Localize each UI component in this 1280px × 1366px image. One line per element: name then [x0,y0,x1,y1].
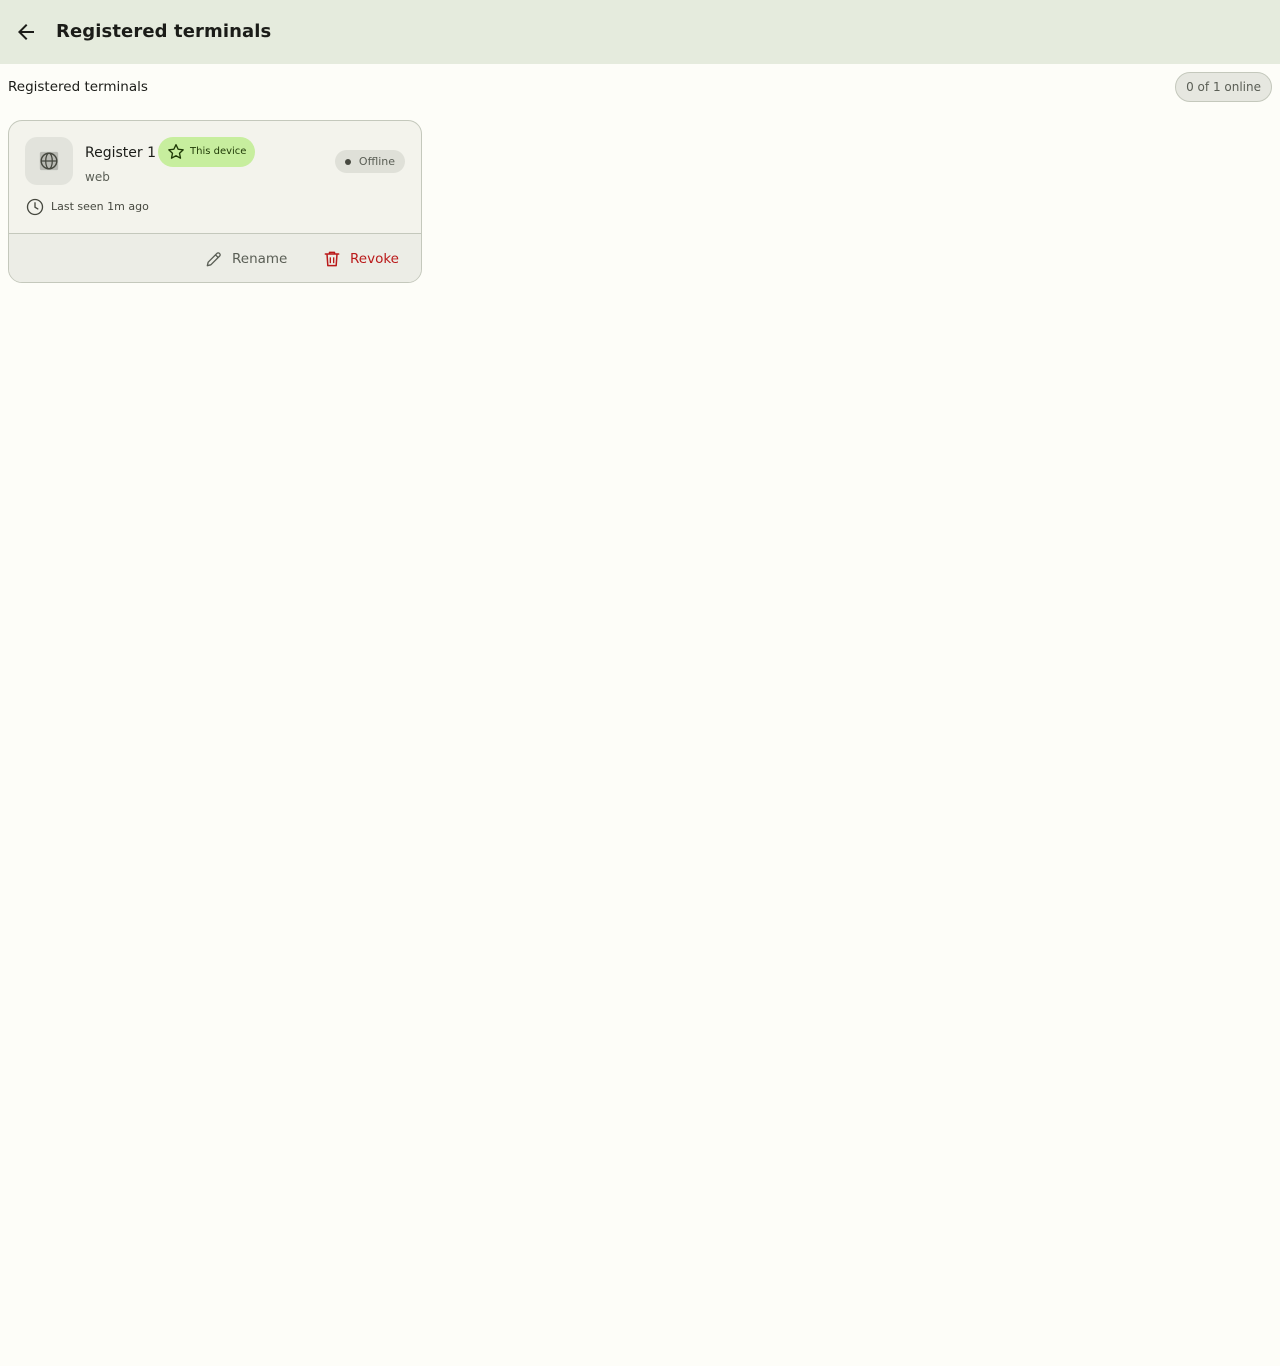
revoke-label: Revoke [350,251,399,267]
terminal-card-actions: Rename Revoke [9,233,421,282]
terminals-section-header: Registered terminals 0 of 1 online [8,72,1272,102]
terminal-type: web [85,170,110,184]
status-dot [344,158,351,165]
trash-icon [324,251,340,267]
back-button[interactable] [6,12,46,52]
revoke-button[interactable]: Revoke [312,242,409,276]
globe-icon [39,151,59,171]
terminal-card-info: Register 1 This device web Offline Last … [9,121,421,234]
clock-icon [26,198,44,216]
last-seen: Last seen 1m ago [25,197,149,217]
rename-button[interactable]: Rename [194,242,297,276]
this-device-label: This device [190,146,247,157]
device-avatar [25,137,73,185]
app-bar: Registered terminals [0,0,1280,64]
status-badge: Offline [334,150,405,173]
pencil-icon [206,252,221,267]
rename-label: Rename [232,251,288,267]
star-outline-icon [168,144,184,159]
last-seen-text: Last seen 1m ago [51,200,149,213]
section-title: Registered terminals [8,79,148,95]
arrow-left-icon [18,24,34,40]
terminal-card: Register 1 This device web Offline Last … [8,120,422,283]
terminal-name: Register 1 [85,145,156,161]
page-title: Registered terminals [56,21,272,42]
status-label: Offline [358,154,395,168]
this-device-badge: This device [158,137,256,167]
online-count-badge: 0 of 1 online [1175,72,1272,102]
